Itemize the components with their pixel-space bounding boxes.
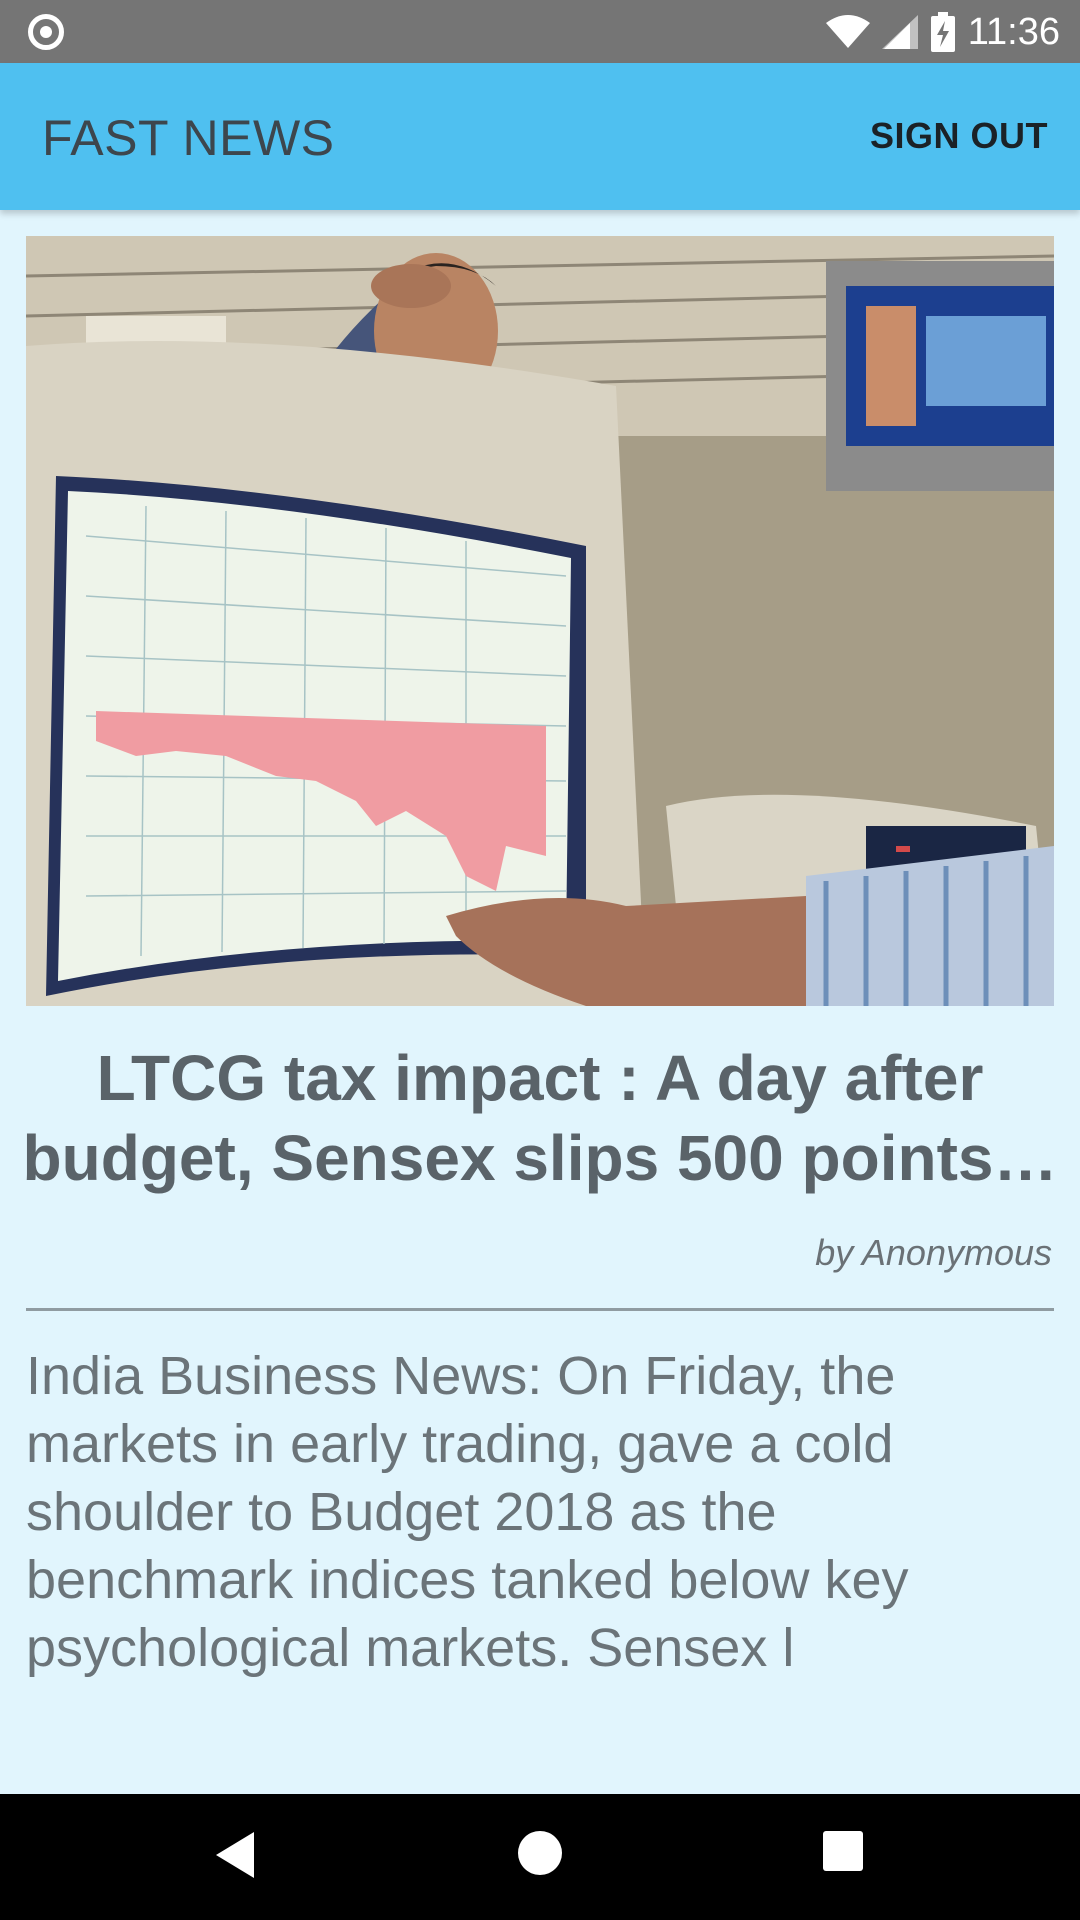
home-icon[interactable] bbox=[517, 1830, 563, 1876]
recents-icon[interactable] bbox=[822, 1830, 864, 1872]
status-time: 11:36 bbox=[967, 10, 1060, 53]
article-headline[interactable]: LTCG tax impact : A day after budget, Se… bbox=[20, 1038, 1060, 1198]
divider bbox=[26, 1308, 1054, 1311]
article-summary: India Business News: On Friday, the mark… bbox=[26, 1346, 909, 1678]
app-bar: FAST NEWS SIGN OUT bbox=[0, 63, 1080, 210]
article-photo bbox=[26, 236, 1054, 1006]
article-byline: by Anonymous bbox=[815, 1232, 1052, 1273]
article-image bbox=[26, 236, 1054, 1006]
screen: 11:36 FAST NEWS SIGN OUT LTCG tax impact… bbox=[0, 0, 1080, 1920]
status-bar: 11:36 bbox=[0, 0, 1080, 63]
app-title: FAST NEWS bbox=[42, 110, 335, 166]
back-icon[interactable] bbox=[214, 1830, 258, 1880]
signal-icon bbox=[881, 15, 918, 49]
notification-circle-icon bbox=[28, 14, 64, 50]
battery-charging-icon bbox=[930, 12, 955, 52]
nav-bar bbox=[0, 1794, 1080, 1920]
article-card[interactable]: LTCG tax impact : A day after budget, Se… bbox=[0, 210, 1080, 1794]
status-icons: 11:36 bbox=[825, 8, 1060, 56]
sign-out-button[interactable]: SIGN OUT bbox=[870, 115, 1048, 157]
wifi-icon bbox=[825, 15, 870, 48]
